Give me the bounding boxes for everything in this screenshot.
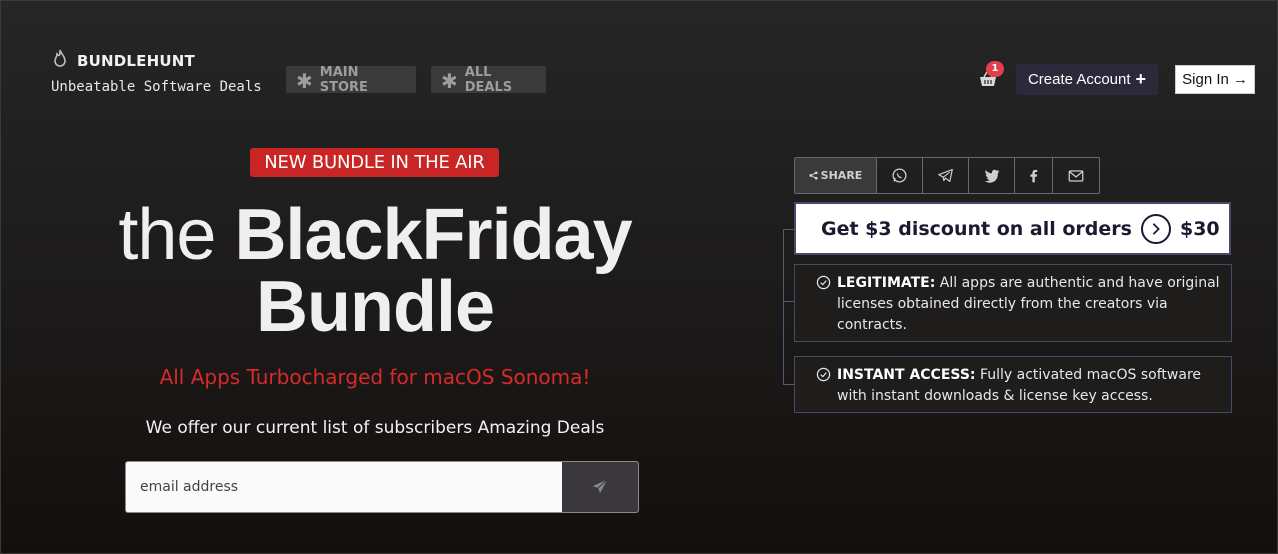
feature-instant-access: INSTANT ACCESS: Fully activated macOS so… [794,356,1232,413]
telegram-icon[interactable] [923,158,969,193]
all-deals-label: ALL DEALS [464,64,513,95]
title-bold-1: BlackFriday [234,195,632,275]
feature-legitimate: LEGITIMATE: All apps are authentic and h… [794,264,1232,342]
title-bold-2: Bundle [256,267,495,347]
arrow-right-icon: → [1232,71,1248,88]
plus-icon: + [1135,69,1147,89]
share-icon [809,171,818,180]
mail-icon[interactable] [1053,158,1099,193]
share-button[interactable]: SHARE [795,158,877,193]
whatsapp-icon[interactable] [877,158,923,193]
feature-title: LEGITIMATE: [837,275,936,291]
brand-name: BUNDLEHUNT [77,52,195,70]
asterisk-icon: ✱ [441,68,458,93]
asterisk-icon: ✱ [296,68,313,93]
sign-in-label: Sign In [1182,71,1229,88]
create-account-label: Create Account [1027,71,1131,88]
new-bundle-badge: NEW BUNDLE IN THE AIR [250,148,499,177]
page-title: the BlackFriday Bundle [75,199,675,343]
create-account-button[interactable]: Create Account + [1016,64,1158,95]
flame-icon [51,49,69,73]
email-input[interactable] [126,462,562,512]
offer-text: We offer our current list of subscribers… [145,418,605,438]
main-store-label: MAIN STORE [319,64,368,95]
share-label: SHARE [820,169,863,182]
facebook-icon[interactable] [1015,158,1053,193]
hero-subtitle: All Apps Turbocharged for macOS Sonoma! [159,365,591,389]
discount-banner: Get $3 discount on all orders $30 [794,202,1231,255]
chevron-right-icon [1140,213,1171,244]
check-circle-icon [816,275,831,290]
discount-amount: $30 [1179,217,1220,240]
title-prefix: the [118,195,235,275]
brand[interactable]: BUNDLEHUNT Unbeatable Software Deals [51,49,262,95]
subscribe-button[interactable] [562,462,638,512]
subscribe-form [125,461,639,513]
all-deals-link[interactable]: ✱ ALL DEALS [431,64,546,95]
twitter-icon[interactable] [969,158,1015,193]
brand-tagline: Unbeatable Software Deals [51,79,262,95]
sign-in-button[interactable]: Sign In → [1175,65,1255,94]
main-store-link[interactable]: ✱ MAIN STORE [286,64,416,95]
feature-title: INSTANT ACCESS: [837,367,976,383]
send-icon [592,479,608,494]
share-bar: SHARE [794,157,1100,194]
cart-count-badge: 1 [986,61,1004,77]
check-circle-icon [816,367,831,382]
discount-text: Get $3 discount on all orders [821,217,1132,240]
